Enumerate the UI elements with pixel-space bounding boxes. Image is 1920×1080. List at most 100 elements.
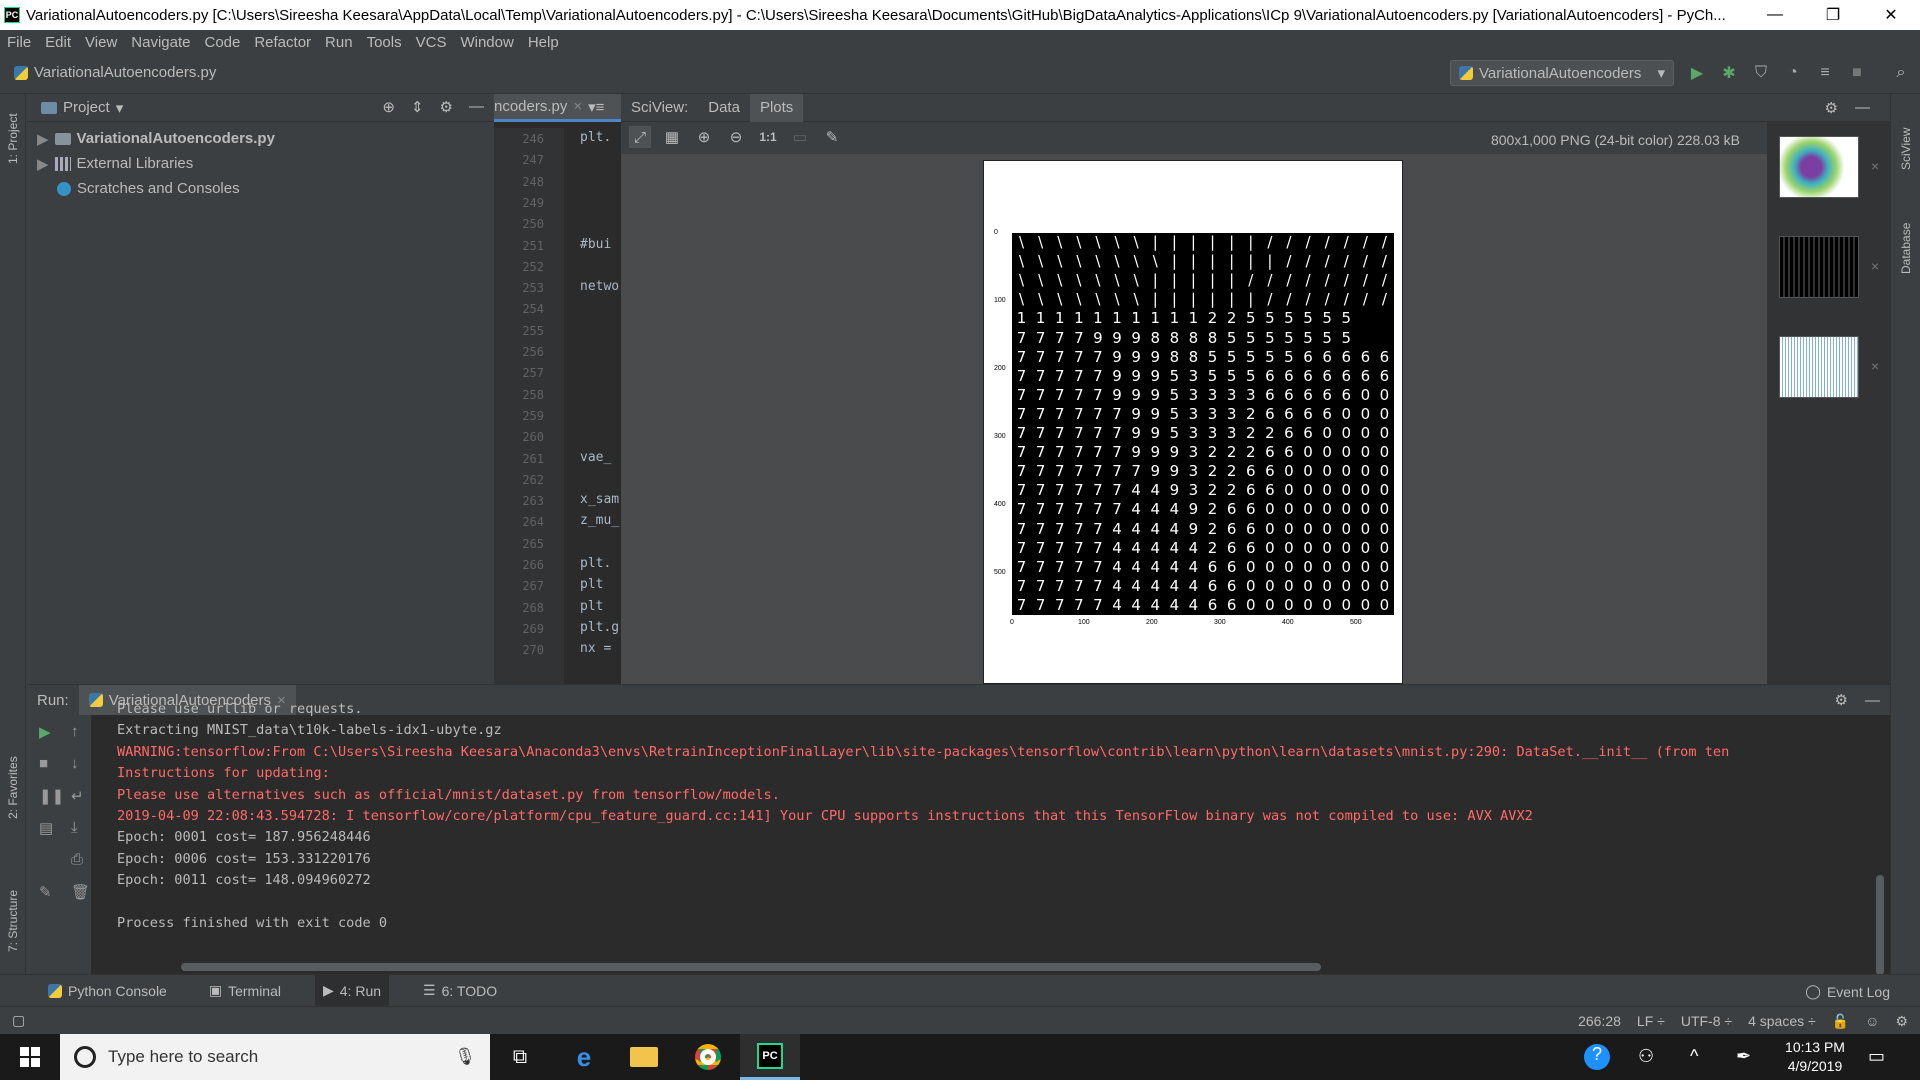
code-line[interactable]: plt. [580, 556, 611, 571]
chrome-browser-icon[interactable] [678, 1034, 738, 1080]
chevron-down-icon[interactable]: ▾ [116, 99, 124, 117]
gear-icon[interactable]: ⚙ [1835, 691, 1848, 709]
microphone-icon[interactable]: 🎙 [454, 1047, 476, 1067]
code-line[interactable]: #bui [580, 237, 611, 252]
profile-icon[interactable]: ◔ [1782, 62, 1804, 84]
rerun-icon[interactable]: ▶ [39, 723, 51, 741]
run-icon[interactable]: ▶ [1686, 62, 1708, 84]
menu-navigate[interactable]: Navigate [124, 34, 197, 51]
todo-tab[interactable]: ☰ 6: TODO [415, 975, 505, 1007]
menu-refactor[interactable]: Refactor [247, 34, 318, 51]
concurrency-icon[interactable]: ≡ [1814, 62, 1836, 84]
taskbar-clock[interactable]: 10:13 PM 4/9/2019 [1770, 1038, 1860, 1076]
close-thumbnail-icon[interactable]: × [1871, 258, 1879, 274]
pin-icon[interactable]: ✎ [39, 883, 52, 901]
code-line[interactable]: plt [580, 577, 603, 592]
tree-item-external-libraries[interactable]: ▶ External Libraries [37, 151, 494, 176]
caret-position[interactable]: 266:28 [1578, 1013, 1621, 1030]
tab-list-icon[interactable]: ▾≡ [588, 98, 604, 116]
stop-icon[interactable]: ■ [39, 755, 48, 772]
plot-thumbnail-digits[interactable] [1779, 236, 1859, 298]
pycharm-taskbar-icon[interactable]: PC [740, 1034, 800, 1080]
zoom-in-icon[interactable]: ⊕ [693, 126, 715, 148]
lock-icon[interactable]: 🔓 [1832, 1013, 1849, 1030]
code-editor[interactable]: ncoders.py × ▾≡ 246 plt. 247 248 249 250 251 #b… [494, 94, 621, 684]
up-arrow-icon[interactable]: ↑ [71, 723, 79, 740]
close-thumbnail-icon[interactable]: × [1871, 158, 1879, 174]
search-everywhere-icon[interactable]: ⌕ [1890, 62, 1912, 84]
vertical-scrollbar[interactable] [1876, 875, 1884, 975]
menu-help[interactable]: Help [521, 34, 566, 51]
plot-thumbnail-lines[interactable] [1779, 336, 1859, 398]
color-picker-icon[interactable]: ✎ [821, 126, 843, 148]
menu-window[interactable]: Window [453, 34, 520, 51]
gear-icon[interactable]: ⚙ [440, 98, 453, 116]
line-separator[interactable]: LF ÷ [1637, 1013, 1665, 1030]
file-explorer-icon[interactable] [614, 1034, 674, 1080]
grid-icon[interactable]: ▦ [661, 126, 683, 148]
run-console-output[interactable]: Please use urllib or requests. Extracting… [91, 701, 1890, 975]
code-line[interactable]: plt.g [580, 620, 619, 635]
hide-icon[interactable]: — [1845, 99, 1880, 116]
task-view-icon[interactable]: ⧉ [490, 1034, 550, 1080]
breadcrumb-file[interactable]: VariationalAutoencoders.py [34, 64, 216, 81]
tool-windows-toggle-icon[interactable]: ▢ [12, 1012, 25, 1029]
minimize-button[interactable]: — [1746, 0, 1804, 30]
event-log-tab[interactable]: ◯ Event Log [1805, 983, 1890, 1000]
tree-item-project-root[interactable]: ▶ VariationalAutoencoders.py [37, 126, 494, 151]
memory-icon[interactable]: ⚙ [1895, 1013, 1908, 1030]
tab-plots[interactable]: Plots [749, 93, 804, 122]
python-console-tab[interactable]: Python Console [40, 975, 175, 1007]
taskbar-search-box[interactable]: Type here to search 🎙 [60, 1034, 490, 1080]
inspector-icon[interactable]: ☺ [1865, 1013, 1879, 1030]
project-tool-tab[interactable]: 1: Project [6, 113, 20, 164]
project-panel-title[interactable]: Project [63, 99, 110, 116]
file-encoding[interactable]: UTF-8 ÷ [1681, 1013, 1732, 1030]
zoom-out-icon[interactable]: ⊖ [725, 126, 747, 148]
terminal-tab[interactable]: ▣ Terminal [201, 975, 289, 1007]
gear-icon[interactable]: ⚙ [1815, 99, 1848, 117]
chevron-up-icon[interactable]: ^ [1690, 1046, 1698, 1067]
pen-workspace-icon[interactable]: ✒ [1736, 1046, 1751, 1067]
menu-file[interactable]: File [0, 34, 38, 51]
expand-arrow-icon[interactable]: ▶ [37, 130, 49, 148]
menu-tools[interactable]: Tools [360, 34, 409, 51]
menu-edit[interactable]: Edit [38, 34, 78, 51]
code-line[interactable]: x_sam [580, 492, 619, 507]
code-line[interactable]: netwo [580, 279, 619, 294]
coverage-icon[interactable]: ⛉ [1750, 62, 1772, 84]
notification-center-icon[interactable]: ▭ [1868, 1046, 1885, 1067]
help-icon[interactable]: ? [1584, 1044, 1610, 1070]
code-line[interactable]: z_mu_ [580, 513, 619, 528]
favorites-tool-tab[interactable]: 2: Favorites [6, 756, 20, 819]
menu-run[interactable]: Run [318, 34, 360, 51]
tab-data[interactable]: Data [698, 99, 750, 116]
fit-to-window-icon[interactable]: ⤢ [629, 126, 651, 148]
menu-code[interactable]: Code [197, 34, 247, 51]
tree-item-scratches[interactable]: Scratches and Consoles [37, 176, 494, 201]
plot-thumbnail-scatter[interactable] [1779, 136, 1859, 198]
horizontal-scrollbar[interactable] [181, 963, 1321, 971]
hide-icon[interactable]: — [469, 98, 484, 116]
expand-arrow-icon[interactable]: ▶ [37, 155, 49, 173]
close-button[interactable]: ✕ [1862, 0, 1920, 30]
down-arrow-icon[interactable]: ↓ [71, 755, 79, 772]
code-line[interactable]: vae_ [580, 450, 611, 465]
breadcrumb[interactable]: VariationalAutoencoders.py [14, 64, 216, 81]
stop-icon[interactable]: ■ [1846, 62, 1868, 84]
debug-icon[interactable]: ✱ [1718, 62, 1740, 84]
code-line[interactable]: plt [580, 599, 603, 614]
collapse-all-icon[interactable]: ⇕ [411, 98, 424, 116]
menu-vcs[interactable]: VCS [409, 34, 454, 51]
people-icon[interactable]: ⚇ [1638, 1046, 1654, 1067]
structure-tool-tab[interactable]: 7: Structure [6, 890, 20, 952]
restore-button[interactable]: ❐ [1804, 0, 1862, 30]
code-line[interactable]: nx = [580, 641, 611, 656]
print-icon[interactable]: ⎙ [71, 851, 83, 868]
edge-browser-icon[interactable]: e [554, 1034, 614, 1080]
locate-icon[interactable]: ⊕ [382, 98, 395, 116]
scroll-to-end-icon[interactable]: ⤓ [71, 819, 78, 836]
soft-wrap-icon[interactable]: ↵ [71, 787, 84, 805]
code-line[interactable]: plt. [580, 130, 611, 145]
editor-tab-file[interactable]: ncoders.py × ▾≡ [494, 94, 621, 122]
